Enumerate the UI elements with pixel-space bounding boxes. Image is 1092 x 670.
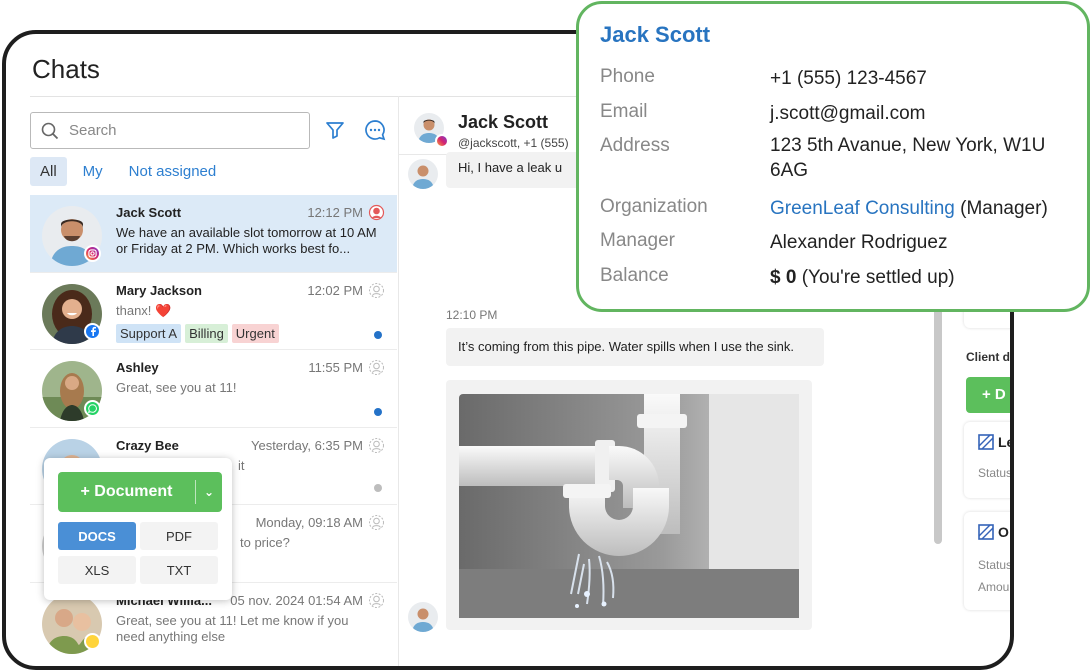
organization-link[interactable]: GreenLeaf Consulting [770, 198, 955, 219]
tab-my[interactable]: My [73, 157, 113, 186]
conversation-preview: Great, see you at 11! [116, 380, 237, 395]
document-icon [978, 434, 994, 450]
card-status-label: Status [978, 558, 1013, 572]
filter-tabs: All My Not assigned [30, 157, 226, 186]
email-value[interactable]: j.scott@gmail.com [770, 101, 1080, 126]
client-document-card[interactable]: O Status Amou [964, 512, 1013, 610]
channel-icon [84, 632, 101, 650]
balance-amount: $ 0 [770, 267, 797, 288]
unassigned-agent-icon [369, 282, 384, 298]
plus-icon: + [80, 483, 95, 500]
message-time: 12:10 PM [446, 308, 498, 322]
instagram-icon [84, 245, 101, 262]
document-icon [978, 524, 994, 540]
conversation-name: Mary Jackson [116, 282, 202, 298]
leaking-pipe-image [459, 394, 799, 618]
conversation-time: Yesterday, 6:35 PM [250, 437, 363, 453]
email-label: Email [600, 101, 648, 122]
contact-name: Jack Scott [600, 22, 711, 47]
whatsapp-icon [84, 400, 101, 417]
conversation-time: 11:55 PM [308, 360, 363, 375]
conversation-preview: to price? [240, 535, 290, 550]
client-document-card[interactable]: Le Status [964, 422, 1014, 498]
format-pdf[interactable]: PDF [140, 522, 218, 550]
pane-divider [398, 96, 399, 666]
card-title: O [998, 524, 1009, 540]
filter-icon [326, 122, 344, 139]
search-box[interactable] [30, 112, 310, 149]
manager-value: Alexander Rodriguez [770, 232, 948, 253]
conversation-item-mary-jackson[interactable]: Mary Jackson 12:02 PM thanx! ❤️ Support … [30, 273, 397, 350]
document-button[interactable]: + Document ⌄ [58, 472, 222, 512]
organization-role: (Manager) [960, 198, 1048, 219]
page-title: Chats [32, 54, 100, 84]
unassigned-agent-icon [369, 360, 384, 375]
format-docs[interactable]: DOCS [58, 522, 136, 550]
conversation-time: 12:02 PM [307, 282, 363, 298]
tag-urgent[interactable]: Urgent [231, 323, 279, 343]
document-button-label: Document [94, 483, 173, 500]
tag-billing[interactable]: Billing [185, 323, 228, 343]
balance-label: Balance [600, 265, 669, 286]
conversation-preview: it [238, 457, 245, 473]
conversation-preview: We have an available slot tomorrow at 10… [116, 225, 377, 256]
conversation-item-jack-scott[interactable]: Jack Scott 12:12 PM We have an available… [30, 195, 397, 273]
document-popup: + Document ⌄ DOCS PDF XLS TXT [44, 458, 232, 600]
new-chat-icon [365, 120, 386, 141]
unread-dot [374, 408, 382, 416]
chat-contact-handle: @jackscott, +1 (555) [458, 136, 569, 150]
phone-label: Phone [600, 66, 655, 87]
tag-list: Support A Billing Urgent [116, 323, 279, 343]
message-avatar [408, 159, 438, 189]
message-bubble: It’s coming from this pipe. Water spills… [446, 328, 824, 366]
phone-value[interactable]: +1 (555) 123-4567 [770, 66, 1080, 91]
chevron-down-icon[interactable]: ⌄ [196, 485, 222, 499]
instagram-icon [435, 134, 449, 148]
conversation-time: 12:12 PM [307, 205, 363, 220]
unread-dot [374, 330, 382, 339]
client-details-heading: Client d [966, 350, 1010, 364]
conversation-item-ashley[interactable]: Ashley 11:55 PM Great, see you at 11! [30, 350, 397, 428]
facebook-icon [84, 322, 101, 340]
search-input[interactable] [67, 121, 287, 140]
conversation-time: 05 nov. 2024 01:54 AM [230, 592, 363, 608]
conversation-name: Jack Scott [116, 205, 182, 220]
conversation-preview: Great, see you at 11! Let me know if you… [116, 612, 349, 644]
tag-support-a[interactable]: Support A [116, 323, 182, 343]
assigned-agent-icon [368, 204, 385, 221]
conversation-name: Crazy Bee [116, 437, 179, 453]
chat-scrollbar[interactable] [934, 304, 942, 544]
filter-button[interactable] [322, 117, 348, 143]
tab-all[interactable]: All [30, 157, 67, 186]
read-dot [374, 483, 382, 492]
tab-not-assigned[interactable]: Not assigned [119, 157, 227, 186]
format-xls[interactable]: XLS [58, 556, 136, 584]
card-status-label: Status [978, 466, 1013, 480]
card-title: Le [998, 434, 1014, 450]
balance-note: (You're settled up) [801, 267, 955, 288]
conversation-name: Ashley [116, 360, 159, 375]
unassigned-agent-icon [369, 592, 384, 608]
format-txt[interactable]: TXT [140, 556, 218, 584]
unassigned-agent-icon [369, 437, 384, 453]
manager-label: Manager [600, 230, 675, 251]
card-amount-label: Amou [978, 580, 1010, 594]
image-message[interactable] [446, 380, 812, 630]
chat-contact-name[interactable]: Jack Scott [458, 112, 548, 133]
conversation-preview: thanx! ❤️ [116, 302, 172, 318]
add-document-button[interactable]: + D [966, 377, 1010, 413]
address-value: 123 5th Avanue, New York, W1U 6AG [770, 135, 1046, 181]
address-label: Address [600, 135, 670, 156]
organization-label: Organization [600, 196, 708, 217]
conversation-time: Monday, 09:18 AM [255, 515, 363, 530]
contact-card: Jack Scott Phone +1 (555) 123-4567 Email… [576, 1, 1090, 312]
search-icon [41, 122, 59, 139]
unassigned-agent-icon [369, 515, 384, 530]
message-avatar [408, 602, 438, 632]
new-chat-button[interactable] [362, 117, 388, 143]
